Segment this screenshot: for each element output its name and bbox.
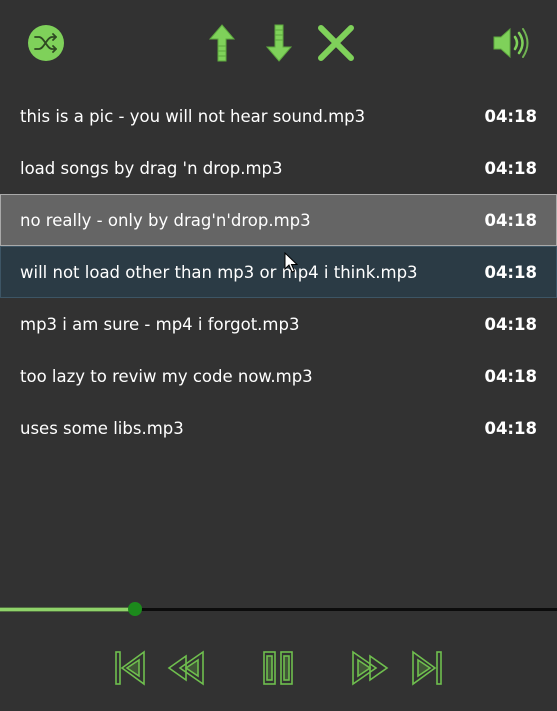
track-duration: 04:18	[484, 262, 537, 282]
track-duration: 04:18	[484, 158, 537, 178]
track-title: uses some libs.mp3	[20, 418, 184, 438]
track-duration: 04:18	[484, 366, 537, 386]
track-duration: 04:18	[484, 106, 537, 126]
playlist-track[interactable]: uses some libs.mp3 04:18	[0, 402, 557, 454]
arrow-down-icon	[265, 24, 293, 62]
playlist-track[interactable]: mp3 i am sure - mp4 i forgot.mp3 04:18	[0, 298, 557, 350]
music-player-window: this is a pic - you will not hear sound.…	[0, 0, 557, 711]
fast-forward-button[interactable]	[350, 648, 390, 688]
shuffle-button[interactable]	[27, 24, 65, 62]
move-down-button[interactable]	[262, 24, 296, 62]
skip-previous-icon	[115, 650, 145, 686]
track-title: this is a pic - you will not hear sound.…	[20, 106, 366, 126]
playlist-track[interactable]: this is a pic - you will not hear sound.…	[0, 90, 557, 142]
track-title: will not load other than mp3 or mp4 i th…	[20, 262, 418, 282]
pause-icon	[263, 651, 293, 685]
next-track-button[interactable]	[409, 648, 445, 688]
move-up-button[interactable]	[205, 24, 239, 62]
volume-button[interactable]	[490, 24, 532, 62]
track-title: too lazy to reviw my code now.mp3	[20, 366, 313, 386]
track-title: no really - only by drag'n'drop.mp3	[20, 210, 311, 230]
previous-track-button[interactable]	[112, 648, 148, 688]
remove-track-button[interactable]	[316, 23, 356, 63]
track-duration: 04:18	[484, 314, 537, 334]
speaker-icon	[493, 27, 529, 59]
close-icon	[318, 25, 354, 61]
playlist-track[interactable]: no really - only by drag'n'drop.mp3 04:1…	[0, 194, 557, 246]
track-duration: 04:18	[484, 418, 537, 438]
playlist-track[interactable]: too lazy to reviw my code now.mp3 04:18	[0, 350, 557, 402]
playlist-track[interactable]: load songs by drag 'n drop.mp3 04:18	[0, 142, 557, 194]
track-title: mp3 i am sure - mp4 i forgot.mp3	[20, 314, 300, 334]
fast-forward-icon	[352, 650, 389, 686]
skip-next-icon	[412, 650, 442, 686]
rewind-icon	[167, 650, 204, 686]
pause-button[interactable]	[259, 648, 297, 688]
track-title: load songs by drag 'n drop.mp3	[20, 158, 283, 178]
rewind-button[interactable]	[166, 648, 206, 688]
arrow-up-icon	[208, 24, 236, 62]
seek-bar-fill	[0, 608, 135, 611]
shuffle-icon	[28, 25, 64, 61]
playlist: this is a pic - you will not hear sound.…	[0, 90, 557, 454]
track-duration: 04:18	[484, 210, 537, 230]
seek-bar[interactable]	[0, 598, 557, 622]
playlist-track[interactable]: will not load other than mp3 or mp4 i th…	[0, 246, 557, 298]
seek-bar-handle[interactable]	[128, 602, 142, 616]
